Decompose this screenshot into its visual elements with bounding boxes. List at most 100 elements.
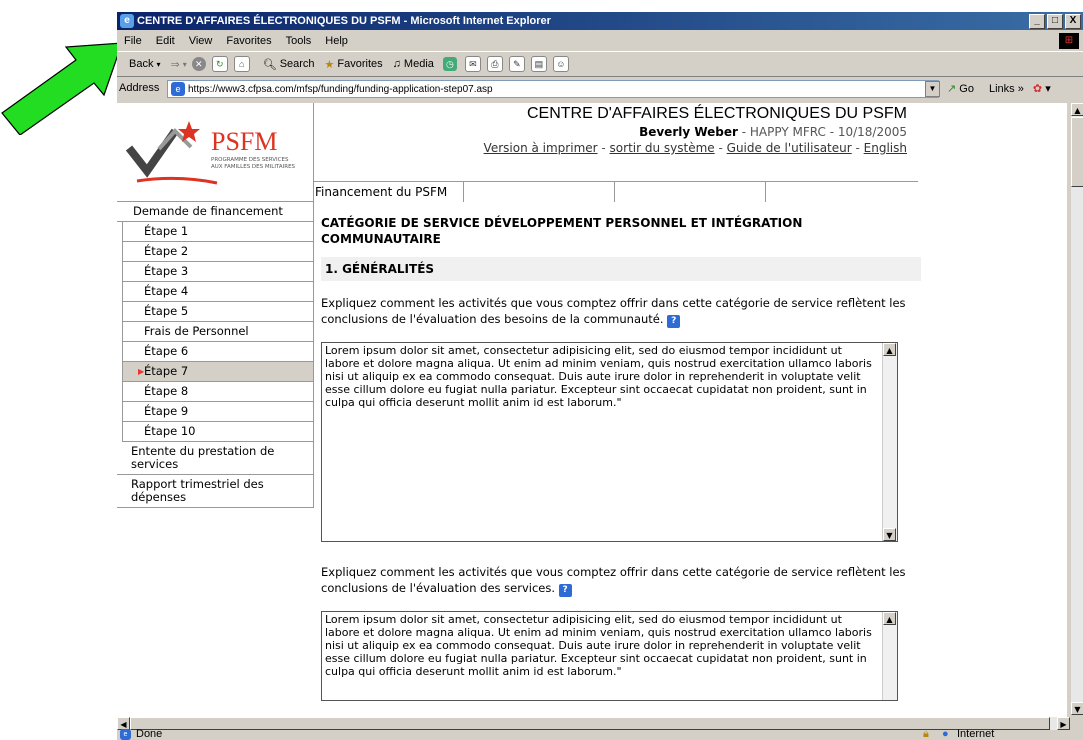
sidebar-step-7-active[interactable]: ▶ Étape 7 bbox=[122, 362, 313, 382]
answer-1-textarea[interactable]: Lorem ipsum dolor sit amet, consectetur … bbox=[321, 342, 898, 542]
tab-empty-2 bbox=[615, 182, 766, 202]
close-button[interactable]: X bbox=[1065, 14, 1081, 29]
browser-window: e CENTRE D'AFFAIRES ÉLECTRONIQUES DU PSF… bbox=[117, 12, 1083, 740]
english-link[interactable]: English bbox=[864, 141, 907, 155]
menu-favorites[interactable]: Favorites bbox=[219, 35, 278, 47]
answer-2-textarea[interactable]: Lorem ipsum dolor sit amet, consectetur … bbox=[321, 611, 898, 701]
scroll-up-icon[interactable]: ▲ bbox=[883, 343, 896, 356]
logo-text: PSFM bbox=[211, 127, 278, 156]
hscroll-thumb[interactable] bbox=[130, 717, 1050, 730]
forward-button[interactable]: ⇒ ▾ bbox=[165, 58, 191, 71]
links-button[interactable]: Links » ✿ ▾ bbox=[989, 82, 1051, 95]
menu-file[interactable]: File bbox=[117, 35, 149, 47]
windows-logo-icon: ⊞ bbox=[1059, 33, 1079, 49]
search-button[interactable]: 🔍︎ Search bbox=[258, 58, 320, 71]
status-bar: e Done 🔒︎ ● Internet bbox=[117, 728, 1083, 740]
answer-2-text: Lorem ipsum dolor sit amet, consectetur … bbox=[325, 613, 872, 678]
media-icon: ♫ bbox=[392, 58, 401, 70]
sep: - bbox=[597, 141, 610, 155]
go-icon: ↗ bbox=[947, 83, 957, 95]
sidebar-step-10[interactable]: Étape 10 bbox=[122, 422, 313, 442]
user-name: Beverly Weber bbox=[639, 125, 738, 139]
sidebar-step-2[interactable]: Étape 2 bbox=[122, 242, 313, 262]
sidebar-item-rapport[interactable]: Rapport trimestriel des dépenses bbox=[117, 475, 313, 508]
scroll-up-icon[interactable]: ▲ bbox=[883, 612, 896, 625]
address-url: https://www3.cfpsa.com/mfsp/funding/fund… bbox=[188, 83, 493, 95]
sidebar-step-3[interactable]: Étape 3 bbox=[122, 262, 313, 282]
sidebar-step-1[interactable]: Étape 1 bbox=[122, 222, 313, 242]
scroll-up-icon[interactable]: ▲ bbox=[1071, 103, 1083, 116]
page-status-icon: e bbox=[120, 729, 131, 740]
home-icon[interactable]: ⌂ bbox=[233, 56, 250, 72]
menu-bar: File Edit View Favorites Tools Help bbox=[117, 31, 1083, 52]
sep: - bbox=[714, 141, 727, 155]
sidebar-step-9[interactable]: Étape 9 bbox=[122, 402, 313, 422]
sidebar: Demande de financement Étape 1 Étape 2 É… bbox=[117, 202, 314, 508]
help-icon[interactable]: ? bbox=[667, 315, 681, 328]
user-guide-link[interactable]: Guide de l'utilisateur bbox=[727, 141, 852, 155]
scroll-right-icon[interactable]: ▶ bbox=[1057, 717, 1070, 730]
maximize-button[interactable]: □ bbox=[1047, 14, 1063, 29]
status-text: Done bbox=[136, 728, 163, 740]
go-button[interactable]: ↗ Go bbox=[947, 82, 974, 95]
links-label: Links bbox=[989, 83, 1015, 95]
menu-edit[interactable]: Edit bbox=[149, 35, 182, 47]
main-content: CATÉGORIE DE SERVICE DÉVELOPPEMENT PERSO… bbox=[321, 215, 921, 701]
sidebar-item-entente[interactable]: Entente du prestation de services bbox=[117, 442, 313, 475]
textarea-scrollbar[interactable]: ▲ ▼ bbox=[882, 343, 897, 541]
sidebar-step-8[interactable]: Étape 8 bbox=[122, 382, 313, 402]
question-2-text: Expliquez comment les activités que vous… bbox=[321, 565, 906, 595]
logout-link[interactable]: sortir du système bbox=[610, 141, 715, 155]
address-dropdown-icon[interactable]: ▼ bbox=[925, 81, 940, 97]
edit-icon[interactable]: ✎ bbox=[508, 56, 525, 72]
question-1: Expliquez comment les activités que vous… bbox=[321, 295, 911, 328]
window-title: CENTRE D'AFFAIRES ÉLECTRONIQUES DU PSFM … bbox=[137, 15, 551, 27]
menu-view[interactable]: View bbox=[182, 35, 220, 47]
scroll-down-icon[interactable]: ▼ bbox=[1071, 702, 1083, 715]
scroll-thumb[interactable] bbox=[1071, 117, 1083, 187]
address-bar: Address e https://www3.cfpsa.com/mfsp/fu… bbox=[117, 78, 1083, 100]
messenger-icon[interactable]: ☺ bbox=[552, 56, 569, 72]
refresh-icon[interactable]: ↻ bbox=[211, 56, 228, 72]
back-button[interactable]: Back ▾ bbox=[117, 58, 165, 70]
current-step-arrow-icon: ▶ bbox=[138, 367, 145, 376]
standard-toolbar: Back ▾ ⇒ ▾ ✕ ↻ ⌂ 🔍︎ Search ★ Favorites ♫… bbox=[117, 52, 1083, 77]
help-icon[interactable]: ? bbox=[558, 584, 572, 597]
tab-empty-3 bbox=[766, 182, 916, 202]
green-pointer-arrow bbox=[1, 42, 123, 135]
discuss-icon[interactable]: ▤ bbox=[530, 56, 547, 72]
internet-zone-icon: ● bbox=[942, 728, 949, 740]
tab-financement[interactable]: Financement du PSFM bbox=[313, 182, 464, 202]
mail-icon[interactable]: ✉ bbox=[464, 56, 481, 72]
sidebar-step-4[interactable]: Étape 4 bbox=[122, 282, 313, 302]
minimize-button[interactable]: _ bbox=[1029, 14, 1045, 29]
zone-text: Internet bbox=[957, 728, 995, 740]
sidebar-step-7-label: Étape 7 bbox=[144, 364, 189, 378]
history-icon[interactable]: ◷ bbox=[442, 57, 457, 71]
user-org-date: - HAPPY MFRC - 10/18/2005 bbox=[737, 125, 907, 139]
address-label: Address bbox=[119, 82, 160, 94]
psfm-logo: PSFM PROGRAMME DES SERVICES AUX FAMILLES… bbox=[117, 103, 314, 202]
back-label: Back bbox=[129, 58, 154, 70]
textarea-scrollbar[interactable]: ▲ bbox=[882, 612, 897, 700]
stop-icon[interactable]: ✕ bbox=[191, 57, 206, 71]
favorites-label: Favorites bbox=[337, 58, 383, 70]
sidebar-step-6[interactable]: Étape 6 bbox=[122, 342, 313, 362]
sidebar-step-5[interactable]: Étape 5 bbox=[122, 302, 313, 322]
address-input[interactable]: e https://www3.cfpsa.com/mfsp/funding/fu… bbox=[167, 80, 939, 98]
print-icon[interactable]: ⎙ bbox=[486, 56, 503, 72]
tab-row: Financement du PSFM bbox=[313, 181, 918, 202]
search-label: Search bbox=[279, 58, 315, 70]
menu-help[interactable]: Help bbox=[318, 35, 355, 47]
search-icon: 🔍︎ bbox=[262, 58, 277, 71]
scroll-down-icon[interactable]: ▼ bbox=[883, 528, 896, 541]
page-vertical-scrollbar[interactable]: ▲ ▼ bbox=[1070, 103, 1083, 715]
media-button[interactable]: ♫ Media bbox=[388, 58, 439, 70]
print-version-link[interactable]: Version à imprimer bbox=[484, 141, 598, 155]
sidebar-item-demande[interactable]: Demande de financement bbox=[117, 202, 313, 222]
site-title: CENTRE D'AFFAIRES ÉLECTRONIQUES DU PSFM bbox=[527, 105, 907, 122]
menu-tools[interactable]: Tools bbox=[279, 35, 319, 47]
sidebar-frais-personnel[interactable]: Frais de Personnel bbox=[122, 322, 313, 342]
logo-sub2: AUX FAMILLES DES MILITAIRES bbox=[211, 164, 296, 170]
favorites-button[interactable]: ★ Favorites bbox=[320, 58, 388, 71]
